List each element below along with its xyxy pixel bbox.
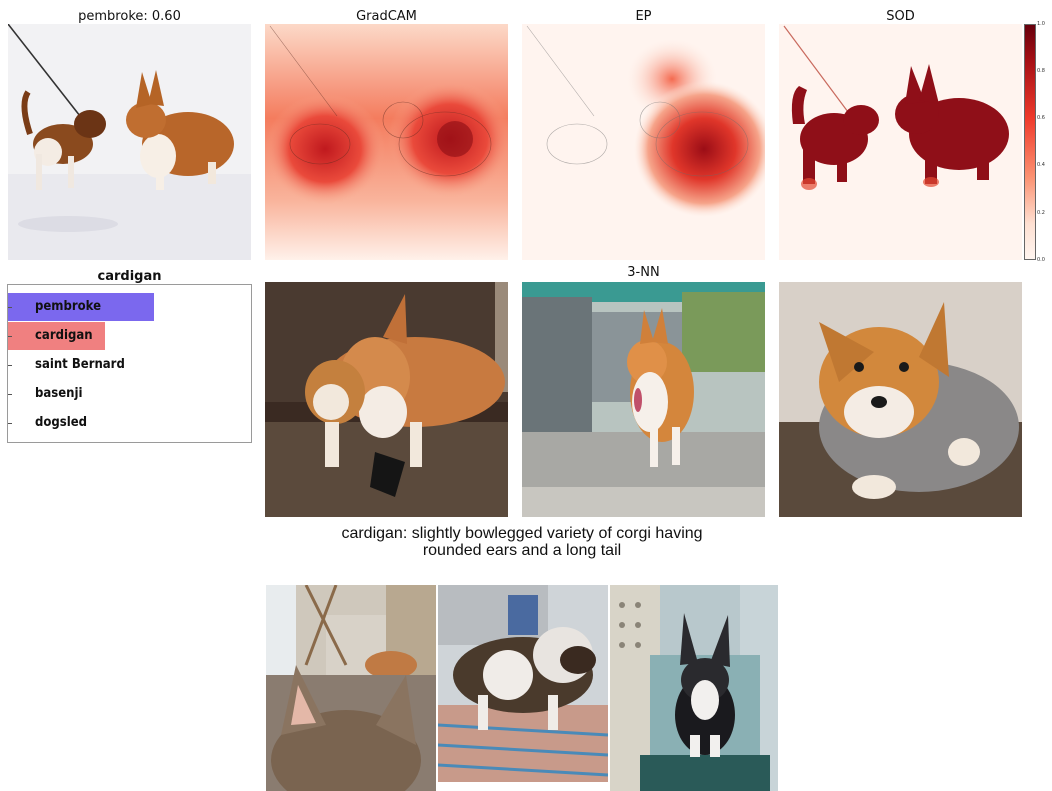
prediction-tick	[8, 365, 12, 366]
definition-line-1: cardigan: slightly bowlegged variety of …	[341, 525, 703, 542]
prediction-label: basenji	[35, 386, 83, 401]
ep-heatmap	[522, 24, 765, 260]
prediction-tick	[8, 423, 12, 424]
prediction-tick	[8, 394, 12, 395]
prediction-label: cardigan	[35, 328, 93, 343]
colorbar-tick: 0.6	[1037, 115, 1045, 121]
nn-image-2	[522, 282, 765, 517]
predictions-title: cardigan	[97, 269, 162, 284]
predictions-chart: pembroke cardigan saint Bernard basenji dogs…	[7, 284, 252, 443]
colorbar-tick: 0.8	[1037, 68, 1045, 74]
colorbar-tick: 0.2	[1037, 210, 1045, 216]
original-image-title: pembroke: 0.60	[78, 9, 181, 24]
prediction-label: dogsled	[35, 415, 88, 430]
prediction-tick	[8, 336, 12, 337]
colorbar-tick: 0.0	[1037, 257, 1045, 263]
class-definition: cardigan: slightly bowlegged variety of …	[265, 525, 779, 559]
sod-heatmap	[779, 24, 1022, 260]
prototype-image-3	[610, 585, 778, 791]
colorbar-tick: 0.4	[1037, 162, 1045, 168]
prediction-label: saint Bernard	[35, 357, 125, 372]
definition-line-2: rounded ears and a long tail	[422, 542, 622, 559]
prediction-tick	[8, 307, 12, 308]
nn-title: 3-NN	[627, 265, 660, 280]
prototype-image-2	[438, 585, 608, 782]
colorbar-tick: 1.0	[1037, 21, 1045, 27]
original-image	[8, 24, 251, 260]
ep-title: EP	[635, 9, 652, 24]
gradcam-title: GradCAM	[356, 9, 417, 24]
nn-image-1	[265, 282, 508, 517]
gradcam-heatmap	[265, 24, 508, 260]
prediction-label: pembroke	[35, 299, 102, 314]
colorbar: 1.0 0.8 0.6 0.4 0.2 0.0	[1024, 21, 1052, 263]
colorbar-gradient	[1024, 24, 1036, 260]
nn-image-3	[779, 282, 1022, 517]
prototype-image-1	[266, 585, 436, 791]
sod-title: SOD	[886, 9, 915, 24]
